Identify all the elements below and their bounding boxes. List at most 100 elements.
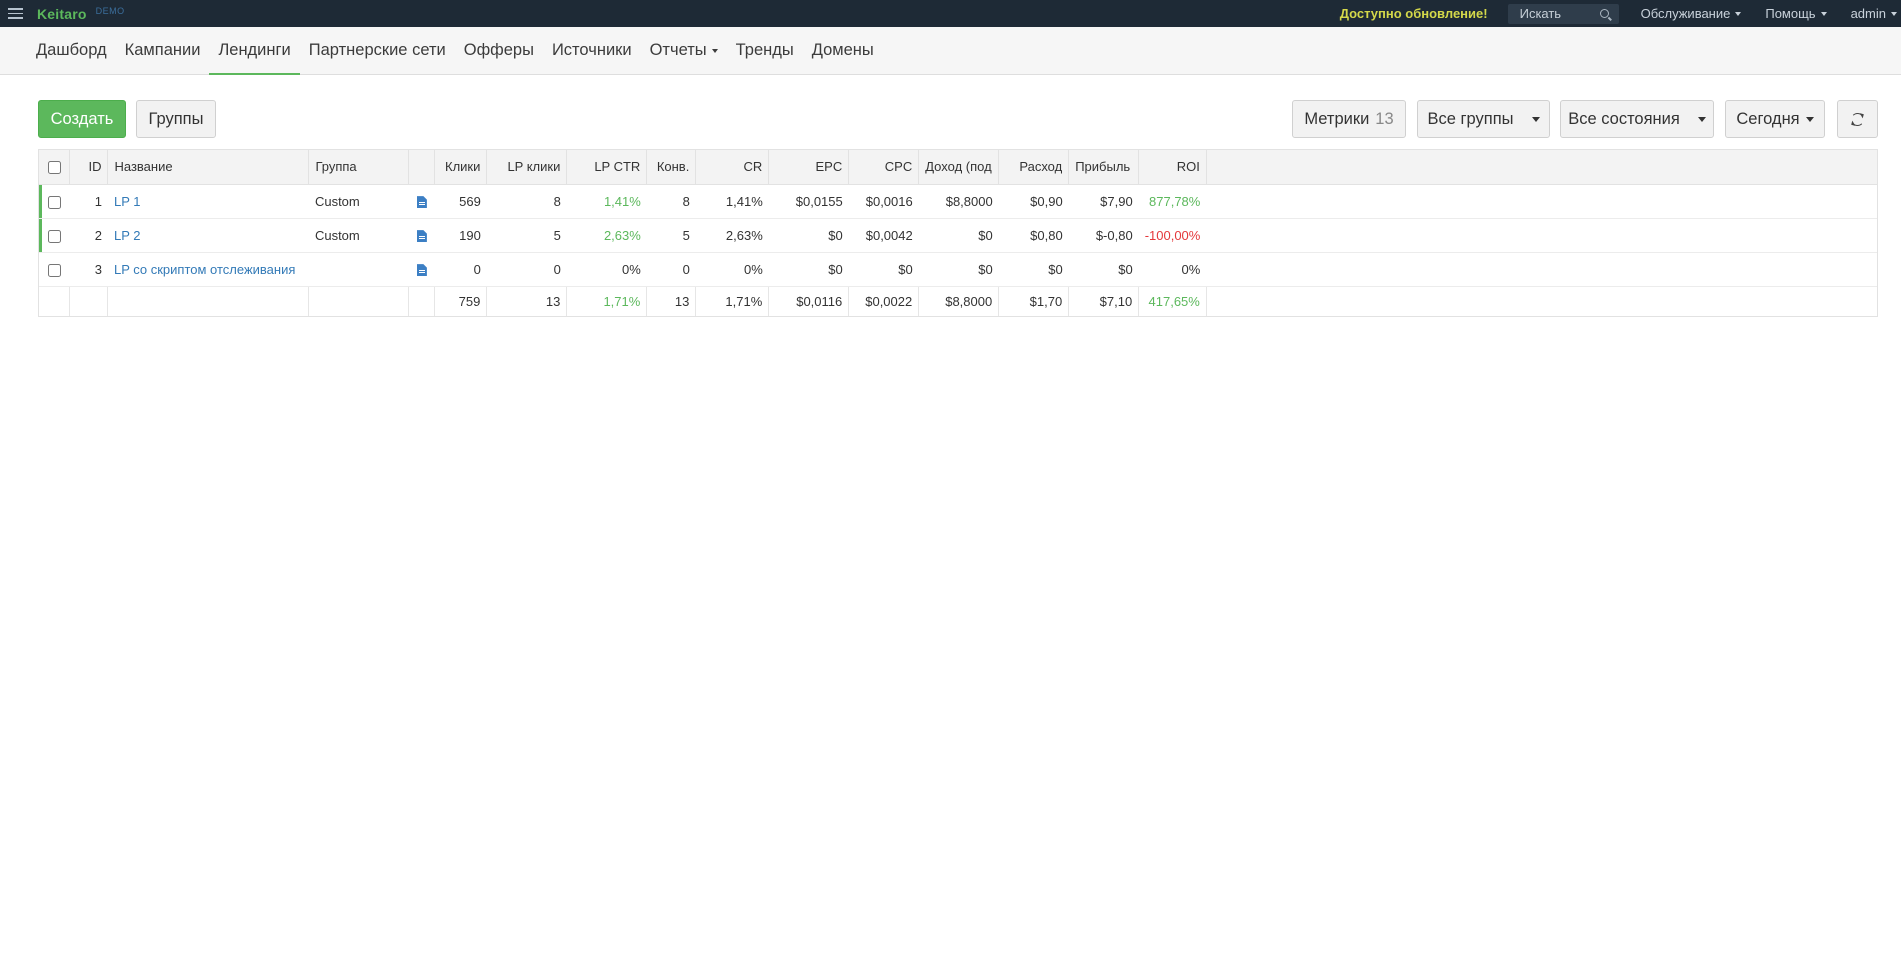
cell-conversions: 5	[646, 218, 696, 253]
header-profit[interactable]: Прибыль	[1068, 150, 1140, 185]
brand-logo[interactable]: Keitaro	[37, 6, 87, 22]
cell-clicks: 569	[434, 184, 487, 219]
brand-tag: DEMO	[95, 5, 125, 16]
cell-roi: -100,00%	[1138, 218, 1207, 253]
user-menu-label: admin	[1850, 6, 1886, 21]
cell-cr: 2,63%	[695, 218, 769, 253]
total-roi: 417,65%	[1138, 285, 1207, 316]
update-notice-link[interactable]: Доступно обновление!	[1340, 6, 1488, 21]
user-menu[interactable]: admin	[1851, 6, 1897, 21]
row-checkbox[interactable]	[47, 263, 61, 277]
all-groups-dropdown[interactable]: Все группы	[1417, 100, 1550, 138]
cell-clicks: 190	[434, 218, 487, 253]
file-icon	[416, 264, 427, 277]
cell-cr: 0%	[695, 252, 769, 287]
header-cost[interactable]: Расход	[998, 150, 1070, 185]
select-all-checkbox[interactable]	[47, 161, 61, 175]
header-conversions[interactable]: Конв.	[646, 150, 697, 185]
row-checkbox[interactable]	[47, 229, 61, 243]
header-cpc[interactable]: CPC	[848, 150, 920, 185]
landing-name-link[interactable]: LP со скриптом отслеживания	[107, 252, 309, 287]
cell-conversions: 0	[646, 252, 696, 287]
cell-id: 3	[69, 252, 108, 287]
nav-affiliate-networks[interactable]: Партнерские сети	[300, 27, 455, 74]
refresh-button[interactable]	[1837, 100, 1878, 138]
file-icon	[416, 196, 427, 209]
nav-dashboard[interactable]: Дашборд	[27, 27, 116, 74]
service-menu[interactable]: Обслуживание	[1641, 6, 1742, 21]
main-nav: Дашборд Кампании Лендинги Партнерские се…	[0, 27, 1901, 75]
header-cr[interactable]: CR	[695, 150, 770, 185]
header-id[interactable]: ID	[69, 150, 109, 185]
total-clicks: 759	[434, 285, 488, 316]
header-epc[interactable]: EPC	[768, 150, 850, 185]
header-filler	[1206, 150, 1877, 185]
metrics-button[interactable]: Метрики 13	[1292, 100, 1406, 138]
cell-type	[408, 184, 435, 219]
total-empty	[408, 285, 436, 316]
cell-filler	[1206, 252, 1877, 287]
help-menu[interactable]: Помощь	[1765, 6, 1827, 21]
landing-name-link[interactable]: LP 2	[107, 218, 309, 253]
total-profit: $7,10	[1068, 285, 1140, 316]
nav-landings[interactable]: Лендинги	[209, 27, 301, 75]
header-group[interactable]: Группа	[308, 150, 410, 185]
cell-lp-clicks: 5	[486, 218, 567, 253]
cell-cr: 1,41%	[695, 184, 769, 219]
cell-lp-clicks: 0	[486, 252, 567, 287]
row-checkbox-cell	[39, 184, 70, 219]
total-empty	[107, 285, 310, 316]
metrics-label: Метрики	[1304, 109, 1370, 128]
nav-offers[interactable]: Офферы	[455, 27, 543, 74]
cell-lp-ctr: 2,63%	[566, 218, 647, 253]
table-row[interactable]: 2 LP 2 Custom 190 5 2,63% 5 2,63% $0 $0,…	[39, 218, 1877, 253]
header-lp-clicks[interactable]: LP клики	[486, 150, 568, 185]
cell-group: Custom	[308, 218, 409, 253]
cell-group: Custom	[308, 184, 409, 219]
nav-reports[interactable]: Отчеты	[641, 27, 727, 74]
search-icon[interactable]	[1599, 9, 1609, 18]
nav-trends[interactable]: Тренды	[727, 27, 803, 74]
total-filler	[1206, 285, 1877, 316]
header-clicks[interactable]: Клики	[434, 150, 488, 185]
cell-filler	[1206, 184, 1877, 219]
nav-sources[interactable]: Источники	[543, 27, 641, 74]
all-states-label: Все состояния	[1568, 109, 1680, 128]
caret-down-icon	[1805, 116, 1814, 122]
total-cost: $1,70	[998, 285, 1070, 316]
total-lp-clicks: 13	[486, 285, 568, 316]
refresh-icon	[1851, 112, 1864, 126]
create-button[interactable]: Создать	[38, 100, 126, 138]
nav-campaigns[interactable]: Кампании	[116, 27, 210, 74]
menu-icon[interactable]	[8, 8, 23, 19]
total-empty	[39, 285, 71, 316]
cell-epc: $0,0155	[768, 184, 849, 219]
landing-name-link[interactable]: LP 1	[107, 184, 309, 219]
search-input[interactable]	[1519, 6, 1590, 21]
header-lp-ctr[interactable]: LP CTR	[566, 150, 648, 185]
select-all-cell	[39, 150, 71, 185]
total-empty	[69, 285, 109, 316]
row-checkbox[interactable]	[47, 195, 61, 209]
cell-conversions: 8	[646, 184, 696, 219]
header-revenue[interactable]: Доход (под	[918, 150, 1000, 185]
table-row[interactable]: 3 LP со скриптом отслеживания 0 0 0% 0 0…	[39, 252, 1877, 287]
header-roi[interactable]: ROI	[1138, 150, 1207, 185]
header-type	[408, 150, 436, 185]
nav-domains[interactable]: Домены	[803, 27, 883, 74]
header-name[interactable]: Название	[107, 150, 310, 185]
all-states-dropdown[interactable]: Все состояния	[1560, 100, 1714, 138]
cell-cpc: $0	[848, 252, 919, 287]
cell-type	[408, 252, 435, 287]
table-row[interactable]: 1 LP 1 Custom 569 8 1,41% 8 1,41% $0,015…	[39, 184, 1877, 219]
cell-id: 1	[69, 184, 108, 219]
caret-down-icon	[1735, 11, 1742, 16]
total-conversions: 13	[646, 285, 697, 316]
total-empty	[308, 285, 410, 316]
caret-down-icon	[1697, 116, 1706, 122]
total-cpc: $0,0022	[848, 285, 920, 316]
caret-down-icon	[1891, 11, 1897, 16]
period-dropdown[interactable]: Сегодня	[1725, 100, 1825, 138]
groups-button[interactable]: Группы	[136, 100, 216, 138]
cell-revenue: $8,8000	[918, 184, 999, 219]
